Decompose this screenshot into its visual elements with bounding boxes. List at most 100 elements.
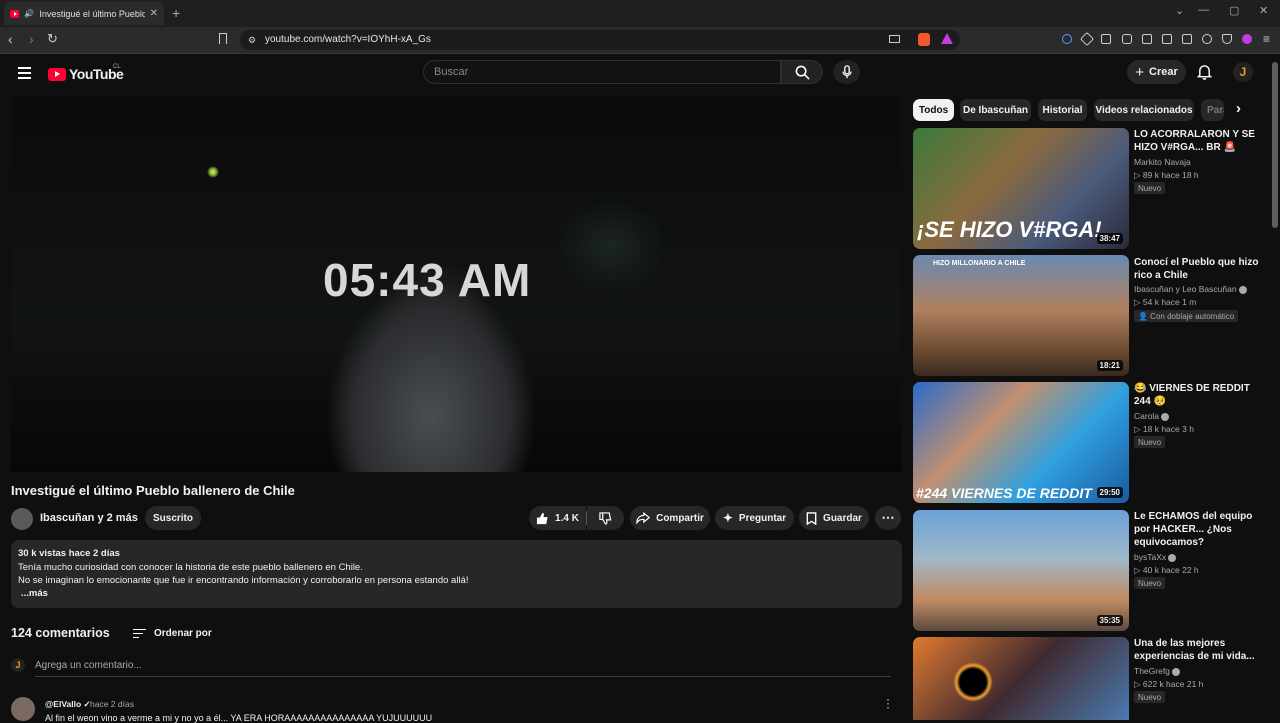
- wallet-icon[interactable]: [1182, 34, 1192, 44]
- related-meta: ▷ 89 k hace 18 h: [1134, 170, 1199, 180]
- verified-icon: [1238, 285, 1247, 294]
- leo-ai-icon[interactable]: [1202, 34, 1212, 44]
- subscribe-button[interactable]: Suscrito: [145, 506, 201, 530]
- related-meta: ▷ 40 k hace 22 h: [1134, 565, 1199, 575]
- video-overlay-time: 05:43 AM: [323, 254, 532, 306]
- verified-icon: [1161, 412, 1170, 421]
- bookmark-icon[interactable]: [219, 33, 227, 44]
- youtube-favicon-icon: [10, 9, 20, 18]
- add-comment-input[interactable]: Agrega un comentario...: [35, 660, 142, 671]
- video-duration: 18:21: [1096, 360, 1123, 371]
- related-thumbnail[interactable]: 35:35: [913, 510, 1129, 631]
- back-icon[interactable]: ‹: [8, 31, 13, 47]
- related-meta: ▷ 18 k hace 3 h: [1134, 424, 1194, 434]
- cast-icon[interactable]: [889, 35, 900, 43]
- chevron-right-icon[interactable]: ›: [1236, 100, 1241, 117]
- channel-avatar[interactable]: [11, 508, 33, 530]
- related-title[interactable]: Conocí el Pueblo que hizo rico a Chile: [1134, 256, 1260, 282]
- related-title[interactable]: Una de las mejores experiencias de mi vi…: [1134, 637, 1260, 663]
- tab-search-icon[interactable]: ⌄: [1175, 4, 1184, 17]
- ask-button[interactable]: ✦ Preguntar: [715, 506, 794, 530]
- more-actions-icon[interactable]: ⋯: [875, 506, 901, 530]
- new-badge: Nuevo: [1134, 436, 1166, 448]
- commenter-name[interactable]: @ElVallo ✓: [45, 699, 91, 710]
- related-meta: ▷ 622 k hace 21 h: [1134, 679, 1204, 689]
- save-button[interactable]: Guardar: [799, 506, 869, 530]
- thumbnail-text: #244 VIERNES DE REDDIT: [916, 485, 1092, 501]
- youtube-play-icon: [48, 67, 66, 81]
- new-badge: Nuevo: [1134, 577, 1166, 589]
- brave-shield-icon[interactable]: [918, 33, 930, 46]
- like-count: 1.4 K: [555, 512, 579, 524]
- minimize-button[interactable]: —: [1198, 4, 1209, 16]
- video-title: Investigué el último Pueblo ballenero de…: [11, 483, 295, 498]
- like-button[interactable]: 1.4 K: [529, 506, 586, 530]
- show-more-link[interactable]: ...más: [21, 588, 48, 599]
- description-box[interactable]: [11, 540, 902, 608]
- browser-menu-icon[interactable]: ≡: [1263, 32, 1270, 46]
- url-text: youtube.com/watch?v=IOYhH-xA_Gs: [265, 34, 431, 45]
- related-channel[interactable]: TheGrefg: [1134, 666, 1180, 676]
- search-button[interactable]: [781, 60, 823, 84]
- tab-close-icon[interactable]: ✕: [150, 8, 158, 19]
- related-title[interactable]: LO ACORRALARON Y SE HIZO V#RGA... BR 🚨: [1134, 128, 1260, 154]
- reload-icon[interactable]: ↻: [47, 31, 58, 47]
- new-tab-button[interactable]: +: [172, 5, 180, 21]
- related-thumbnail[interactable]: ¡SE HIZO V#RGA! 38:47: [913, 128, 1129, 249]
- related-channel[interactable]: Ibascuñan y Leo Bascuñan: [1134, 284, 1247, 294]
- maximize-button[interactable]: ▢: [1229, 4, 1239, 17]
- page-scrollbar[interactable]: [1272, 62, 1278, 228]
- browser-tab-title: Investigué el último Pueblo ballenero de…: [39, 8, 145, 19]
- video-duration: 29:50: [1096, 487, 1123, 498]
- voice-search-button[interactable]: [833, 60, 860, 84]
- extension-grid-icon[interactable]: [1101, 34, 1111, 44]
- related-thumbnail[interactable]: #244 VIERNES DE REDDIT 29:50: [913, 382, 1129, 503]
- channel-name[interactable]: Ibascuñan y 2 más: [40, 512, 138, 524]
- site-settings-icon[interactable]: ⚙: [248, 35, 256, 46]
- related-channel[interactable]: bysTaXx: [1134, 552, 1177, 562]
- thumbnail-text: HIZO MILLONARIO A CHILE: [933, 260, 1026, 267]
- dislike-button[interactable]: [587, 506, 624, 530]
- commenter-avatar[interactable]: [11, 697, 35, 721]
- related-title[interactable]: Le ECHAMOS del equipo por HACKER... ¿Nos…: [1134, 510, 1260, 549]
- chip-de-ibascunan[interactable]: De Ibascuñan: [960, 99, 1031, 121]
- sidebar-toggle-icon[interactable]: [1162, 34, 1172, 44]
- create-button[interactable]: + Crear: [1127, 60, 1186, 84]
- search-icon: [795, 65, 810, 80]
- forward-icon[interactable]: ›: [29, 31, 34, 47]
- chip-para[interactable]: Para: [1201, 99, 1224, 121]
- description-line-2: No se imaginan lo emocionante que fue ir…: [18, 575, 469, 586]
- share-button[interactable]: Compartir: [630, 506, 710, 530]
- thumbs-down-icon: [599, 511, 612, 525]
- chip-videos-relacionados[interactable]: Videos relacionados: [1094, 99, 1194, 121]
- close-window-button[interactable]: ✕: [1259, 4, 1268, 17]
- extensions-puzzle-icon[interactable]: [1122, 34, 1132, 44]
- profile-icon[interactable]: [1242, 34, 1252, 44]
- related-channel[interactable]: Carola: [1134, 411, 1170, 421]
- menu-icon[interactable]: [18, 64, 31, 82]
- related-thumbnail[interactable]: [913, 637, 1129, 720]
- comment-menu-icon[interactable]: · · ·: [886, 693, 890, 713]
- speaker-icon: 🔊: [24, 9, 35, 18]
- vpn-shield-icon[interactable]: [1222, 34, 1232, 44]
- brave-rewards-icon[interactable]: [941, 33, 953, 44]
- share-label: Compartir: [656, 512, 704, 524]
- extension-audio-icon[interactable]: [1062, 34, 1072, 44]
- music-icon[interactable]: [1142, 34, 1152, 44]
- search-input[interactable]: [423, 60, 781, 84]
- browser-tab[interactable]: 🔊 Investigué el último Pueblo ballenero …: [4, 2, 164, 25]
- share-icon: [636, 512, 651, 524]
- related-title[interactable]: 😂 VIERNES DE REDDIT 244 🥺: [1134, 382, 1260, 408]
- related-thumbnail[interactable]: HIZO MILLONARIO A CHILE 18:21: [913, 255, 1129, 376]
- comment-time: hace 2 días: [90, 699, 134, 709]
- sort-comments-button[interactable]: Ordenar por: [133, 626, 212, 641]
- plus-icon: +: [1135, 63, 1144, 81]
- account-avatar[interactable]: J: [1233, 62, 1253, 82]
- chip-todos[interactable]: Todos: [913, 99, 954, 121]
- dubbing-badge: 👤 Con doblaje automático: [1134, 310, 1239, 322]
- chip-historial[interactable]: Historial: [1038, 99, 1087, 121]
- verified-icon: [1171, 667, 1180, 676]
- save-label: Guardar: [823, 512, 862, 524]
- related-channel[interactable]: Markito Navaja: [1134, 157, 1191, 167]
- notifications-bell-icon[interactable]: [1196, 64, 1213, 83]
